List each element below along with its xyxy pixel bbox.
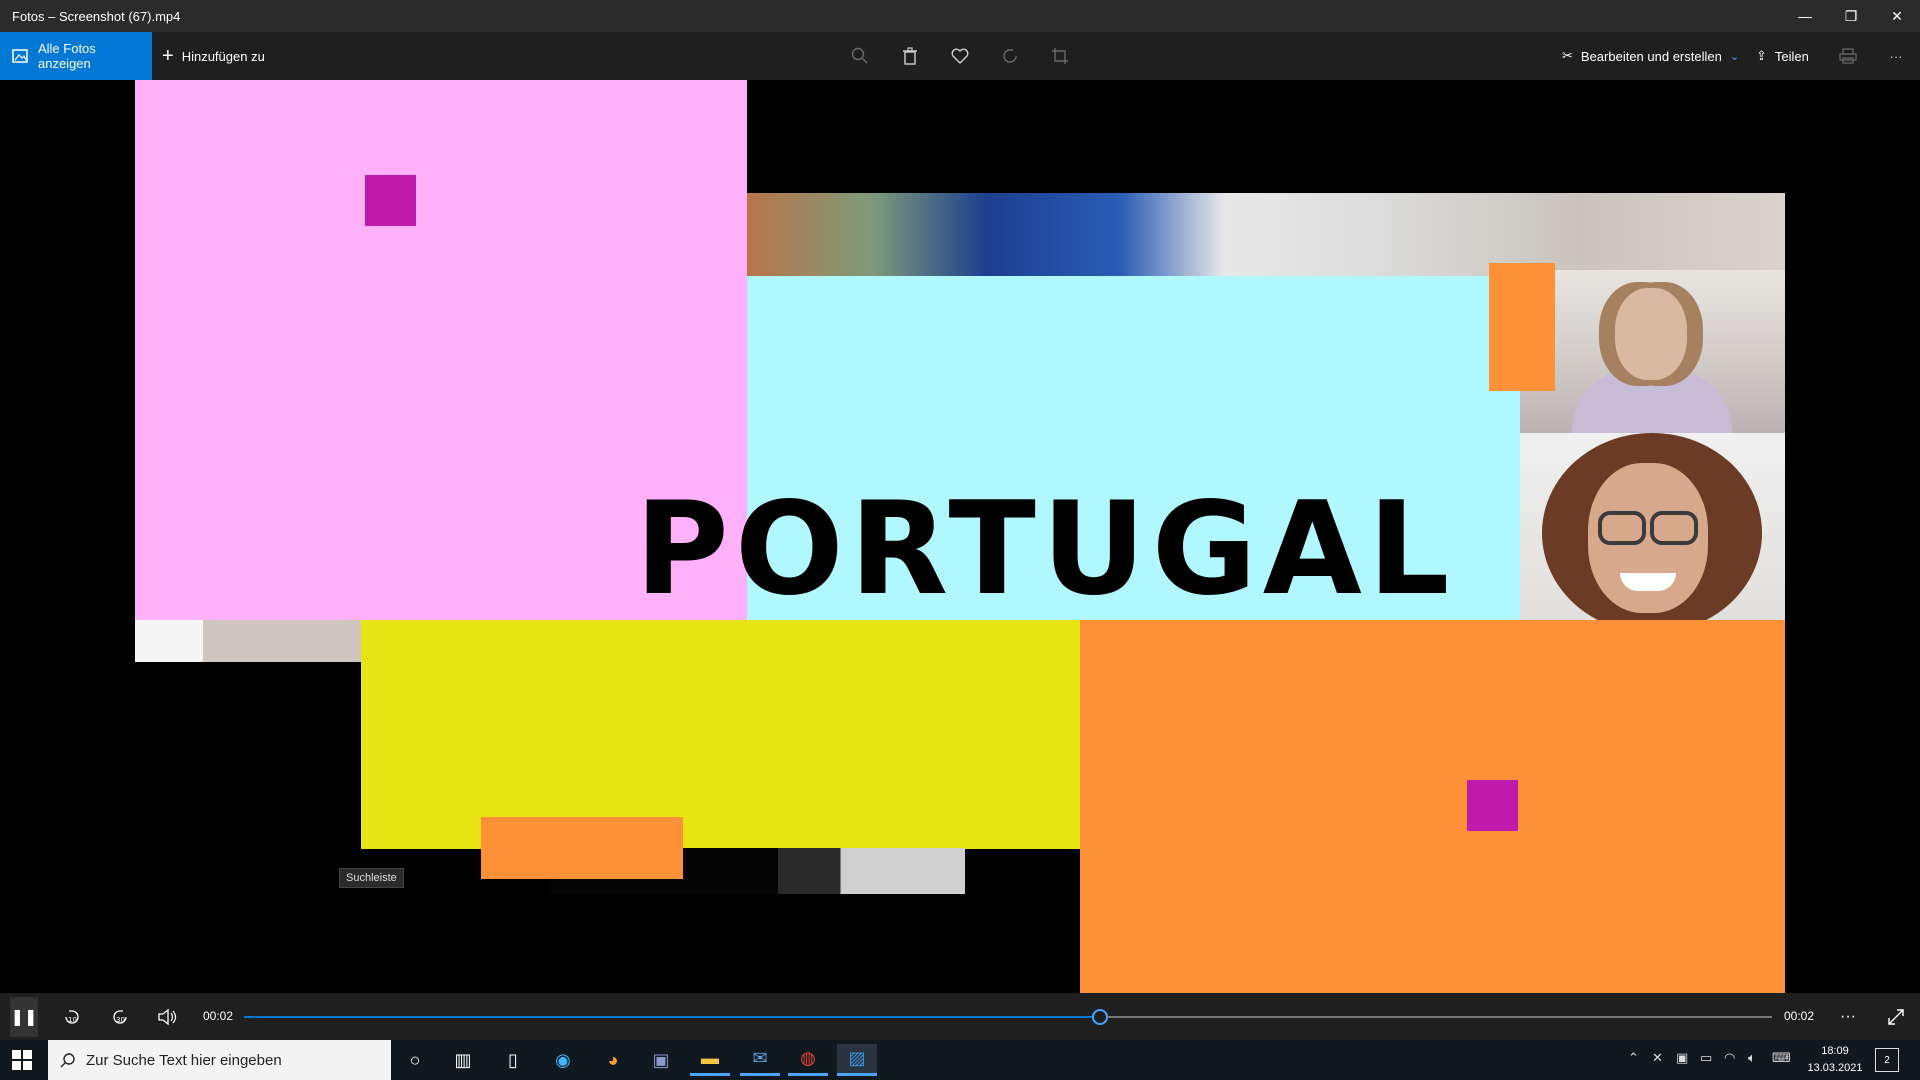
seek-thumb[interactable] [1091,1009,1108,1025]
seek-tooltip: Suchleiste [339,868,404,888]
participant-video-partial [135,620,361,662]
volume-icon[interactable] [156,1005,180,1029]
portugal-headline: PORTUGAL [635,475,1456,624]
fullscreen-icon[interactable] [1884,1005,1908,1029]
toolbar: Alle Fotos anzeigen + Hinzufügen zu ✂ Be… [0,32,1920,80]
zoom-icon[interactable] [848,44,872,68]
edit-wand-icon: ✂ [1562,48,1573,63]
search-placeholder: Zur Suche Text hier eingeben [86,1051,282,1069]
tray-network-off-icon[interactable]: ✕ [1652,1050,1663,1066]
clock-date: 13.03.2021 [1807,1062,1863,1074]
taskbar: Zur Suche Text hier eingeben ○ ▥ ▯ ◉ ◕ ▣… [0,1040,1920,1080]
windows-start-icon[interactable] [12,1050,32,1070]
notification-icon[interactable]: 2 [1875,1048,1899,1072]
clock-time: 18:09 [1821,1045,1849,1057]
all-photos-button[interactable]: Alle Fotos anzeigen [0,32,152,80]
seek-bar[interactable] [244,1009,1772,1025]
minimize-button[interactable]: — [1782,0,1828,32]
playback-bar: ❚❚ 10 30 00:02 00:02 ··· [0,993,1920,1041]
share-label: Teilen [1774,48,1809,64]
magenta-square-2 [1467,780,1518,831]
rotate-icon[interactable] [998,44,1022,68]
forward-30-icon[interactable]: 30 [108,1005,132,1029]
chevron-down-icon: ⌄ [1729,50,1740,63]
tray-app-icon[interactable]: ▣ [1676,1050,1688,1066]
seek-progress [244,1016,1100,1018]
svg-text:30: 30 [116,1016,125,1024]
chrome-icon[interactable]: ◍ [788,1044,828,1076]
orange-bar-block [481,817,683,879]
taskbar-clock[interactable]: 18:09 13.03.2021 [1800,1043,1870,1077]
keyboard-icon[interactable]: ⌨ [1772,1050,1791,1066]
orange-large-block [1080,620,1785,993]
title-bar: Fotos – Screenshot (67).mp4 — ❐ ✕ [0,0,1920,32]
more-options-icon[interactable]: ··· [1884,44,1908,68]
rewind-10-icon[interactable]: 10 [60,1005,84,1029]
window-title: Fotos – Screenshot (67).mp4 [12,8,181,24]
favorite-heart-icon[interactable] [948,44,972,68]
participant-video-woman [1520,433,1785,633]
file-explorer-icon[interactable]: ▬ [690,1044,730,1076]
share-button[interactable]: ⇪ Teilen [1756,32,1809,80]
all-photos-label: Alle Fotos anzeigen [37,41,96,71]
edge-icon[interactable]: ◉ [543,1044,583,1076]
plus-icon: + [162,44,174,67]
video-frame: PORTUGAL [135,80,1785,993]
tray-chevron-up-icon[interactable]: ⌃ [1628,1050,1639,1066]
orange-small-block [1489,263,1555,391]
edit-create-label: Bearbeiten und erstellen [1580,48,1722,64]
taskbar-search[interactable]: Zur Suche Text hier eingeben [48,1040,391,1080]
mail-icon[interactable]: ✉ [740,1044,780,1076]
participant-video-girl [1520,270,1785,440]
wifi-icon[interactable]: ◠ [1724,1050,1735,1066]
participant-strip [747,193,1785,276]
delete-icon[interactable] [898,44,922,68]
magenta-square [365,175,416,226]
crop-icon[interactable] [1048,44,1072,68]
photos-app-icon[interactable]: ▨ [837,1044,877,1076]
current-time: 00:02 [203,1009,234,1023]
photos-icon [12,49,28,63]
video-editor-icon[interactable]: ▣ [641,1044,681,1076]
restore-button[interactable]: ❐ [1828,0,1874,32]
cortana-icon[interactable]: ○ [395,1044,435,1076]
more-playback-icon[interactable]: ··· [1836,1005,1860,1029]
search-icon [60,1053,75,1068]
speaker-icon[interactable]: 🔈︎ [1748,1050,1756,1066]
file-icon[interactable]: ▯ [493,1044,533,1076]
task-view-icon[interactable]: ▥ [443,1044,483,1076]
yellow-block [361,620,1080,849]
scratch-cat-icon[interactable]: ◕ [593,1044,633,1076]
svg-text:10: 10 [68,1016,77,1024]
video-stage[interactable]: PORTUGAL Suchleiste [0,80,1920,1080]
print-icon[interactable] [1836,44,1860,68]
edit-create-button[interactable]: ✂ Bearbeiten und erstellen ⌄ [1562,32,1739,80]
pause-icon[interactable]: ❚❚ [10,997,38,1037]
duration-time: 00:02 [1784,1009,1815,1023]
share-icon: ⇪ [1756,48,1767,63]
battery-icon[interactable]: ▭ [1700,1050,1712,1066]
add-to-button[interactable]: + Hinzufügen zu [162,32,265,80]
add-to-label: Hinzufügen zu [181,48,265,64]
close-button[interactable]: ✕ [1874,0,1920,32]
